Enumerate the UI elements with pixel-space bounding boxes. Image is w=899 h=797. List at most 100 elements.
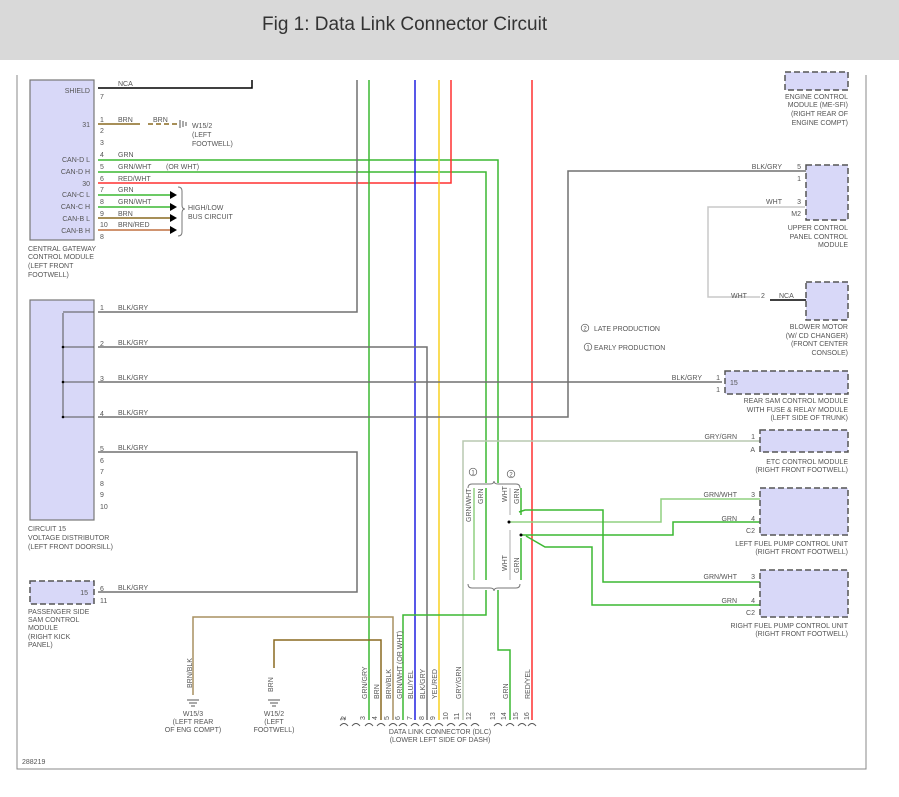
svg-text:6: 6	[100, 176, 104, 183]
svg-text:2: 2	[100, 341, 104, 348]
svg-text:MODULE (ME-SFI): MODULE (ME-SFI)	[788, 102, 848, 109]
svg-text:GRN/WHT: GRN/WHT	[118, 199, 152, 206]
svg-text:(RIGHT FRONT FOOTWELL): (RIGHT FRONT FOOTWELL)	[755, 467, 848, 474]
svg-text:RIGHT FUEL PUMP CONTROL UNIT: RIGHT FUEL PUMP CONTROL UNIT	[731, 623, 849, 630]
svg-text:2: 2	[341, 716, 348, 720]
svg-text:LEFT FUEL PUMP CONTROL UNIT: LEFT FUEL PUMP CONTROL UNIT	[735, 541, 849, 548]
svg-text:WITH FUSE & RELAY MODULE: WITH FUSE & RELAY MODULE	[747, 407, 849, 414]
svg-text:WHT: WHT	[502, 485, 509, 502]
svg-text:GRY/GRN: GRY/GRN	[456, 666, 463, 699]
svg-text:A: A	[750, 447, 755, 454]
svg-text:GRN/GRY: GRN/GRY	[362, 666, 369, 699]
svg-text:BLK/GRY: BLK/GRY	[118, 445, 149, 452]
svg-text:PANEL CONTROL: PANEL CONTROL	[790, 234, 848, 241]
svg-text:WHT: WHT	[766, 199, 783, 206]
svg-text:4: 4	[100, 152, 104, 159]
svg-text:15: 15	[80, 590, 88, 597]
svg-text:9: 9	[430, 716, 437, 720]
svg-text:7: 7	[407, 716, 414, 720]
svg-text:(LEFT FRONT: (LEFT FRONT	[28, 263, 74, 270]
svg-text:GRN/WHT: GRN/WHT	[704, 574, 738, 581]
svg-text:(FRONT CENTER: (FRONT CENTER	[791, 341, 848, 348]
svg-text:BRN/RED: BRN/RED	[118, 222, 150, 229]
svg-text:3: 3	[100, 376, 104, 383]
svg-text:HIGH/LOW: HIGH/LOW	[188, 205, 224, 212]
svg-text:7: 7	[100, 94, 104, 101]
svg-text:14: 14	[501, 712, 508, 720]
svg-text:12: 12	[466, 712, 473, 720]
svg-text:BLK/GRY: BLK/GRY	[672, 375, 703, 382]
svg-text:ENGINE CONTROL: ENGINE CONTROL	[785, 94, 848, 101]
svg-text:3: 3	[360, 716, 367, 720]
svg-text:RED/WHT: RED/WHT	[118, 176, 151, 183]
svg-text:4: 4	[100, 411, 104, 418]
svg-text:11: 11	[454, 713, 461, 720]
wiring-diagram: SHIELD31 CAN-D LCAN-D H 30CAN-C L CAN-C …	[16, 71, 867, 770]
svg-text:YEL/RED: YEL/RED	[432, 669, 439, 699]
svg-text:BLK/GRY: BLK/GRY	[118, 410, 149, 417]
svg-text:2: 2	[761, 293, 765, 300]
svg-text:UPPER CONTROL: UPPER CONTROL	[788, 225, 848, 232]
circuit-15-distributor	[29, 299, 95, 521]
svg-text:GRN: GRN	[721, 516, 737, 523]
svg-text:BRN: BRN	[153, 117, 168, 124]
svg-text:BLK/GRY: BLK/GRY	[118, 340, 149, 347]
rear-sam-module	[724, 370, 849, 395]
svg-text:15: 15	[730, 380, 738, 387]
svg-text:30: 30	[82, 181, 90, 188]
svg-text:GRN/WHT: GRN/WHT	[466, 488, 473, 522]
svg-text:BLU/YEL: BLU/YEL	[408, 670, 415, 699]
svg-text:5: 5	[100, 164, 104, 171]
svg-text:(LEFT: (LEFT	[264, 719, 284, 726]
svg-text:(OR WHT): (OR WHT)	[397, 631, 404, 664]
svg-text:3: 3	[100, 140, 104, 147]
svg-text:CAN-D H: CAN-D H	[61, 169, 90, 176]
svg-text:W15/3: W15/3	[183, 711, 203, 718]
svg-text:OF ENG COMPT): OF ENG COMPT)	[165, 727, 221, 734]
svg-text:GRN: GRN	[514, 488, 521, 504]
engine-control-module	[784, 71, 849, 91]
svg-text:1: 1	[100, 117, 104, 124]
svg-text:9: 9	[100, 492, 104, 499]
right-fuel-pump-unit	[759, 569, 849, 618]
svg-text:FOOTWELL): FOOTWELL)	[28, 272, 69, 279]
svg-text:GRN: GRN	[118, 187, 134, 194]
svg-text:(RIGHT KICK: (RIGHT KICK	[28, 634, 71, 641]
svg-text:3: 3	[751, 574, 755, 581]
svg-text:11: 11	[100, 598, 107, 605]
svg-text:4: 4	[372, 716, 379, 720]
svg-text:GRN: GRN	[721, 598, 737, 605]
svg-text:M2: M2	[791, 211, 801, 218]
svg-text:GRN: GRN	[514, 557, 521, 573]
svg-text:31: 31	[82, 122, 90, 129]
svg-text:(LEFT SIDE OF TRUNK): (LEFT SIDE OF TRUNK)	[770, 415, 848, 422]
svg-text:BLK/GRY: BLK/GRY	[118, 585, 149, 592]
svg-text:BRN/BLK: BRN/BLK	[386, 669, 393, 699]
svg-text:PASSENGER SIDE: PASSENGER SIDE	[28, 609, 90, 616]
figure-id: 288219	[22, 759, 45, 766]
svg-text:(LEFT FRONT DOORSILL): (LEFT FRONT DOORSILL)	[28, 544, 113, 551]
svg-text:5: 5	[384, 716, 391, 720]
svg-text:1: 1	[797, 176, 801, 183]
svg-text:7: 7	[100, 187, 104, 194]
svg-text:C2: C2	[746, 610, 755, 617]
svg-text:MODULE: MODULE	[28, 625, 58, 632]
svg-text:6: 6	[100, 586, 104, 593]
svg-text:(RIGHT REAR OF: (RIGHT REAR OF	[791, 111, 848, 118]
svg-text:(RIGHT FRONT FOOTWELL): (RIGHT FRONT FOOTWELL)	[755, 631, 848, 638]
svg-text:FOOTWELL): FOOTWELL)	[254, 727, 295, 734]
svg-text:10: 10	[443, 712, 450, 720]
svg-text:SAM CONTROL: SAM CONTROL	[28, 617, 79, 624]
svg-text:GRN/WHT: GRN/WHT	[397, 665, 404, 699]
svg-text:BRN: BRN	[374, 684, 381, 699]
svg-text:(LEFT REAR: (LEFT REAR	[173, 719, 214, 726]
svg-text:WHT: WHT	[731, 293, 748, 300]
svg-text:CAN-B L: CAN-B L	[62, 216, 90, 223]
svg-text:GRY/GRN: GRY/GRN	[704, 434, 737, 441]
left-fuel-pump-unit	[759, 487, 849, 536]
svg-text:BUS CIRCUIT: BUS CIRCUIT	[188, 214, 233, 221]
svg-text:GRN: GRN	[478, 488, 485, 504]
svg-text:WHT: WHT	[502, 554, 509, 571]
svg-text:REAR SAM CONTROL MODULE: REAR SAM CONTROL MODULE	[744, 398, 849, 405]
svg-text:4: 4	[751, 598, 755, 605]
